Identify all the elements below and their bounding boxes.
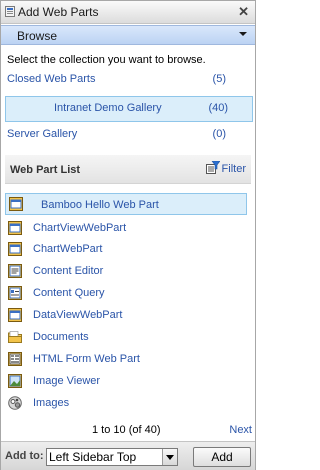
close-icon[interactable]: ✕ [238,4,249,20]
list-item[interactable]: Image Viewer [5,370,251,392]
collection-name[interactable]: Intranet Demo Gallery [54,102,162,114]
list-item[interactable]: Content Query [5,282,251,304]
zone-select[interactable]: Left Sidebar Top [46,448,178,466]
collection-count: (40) [208,102,228,114]
panel-titlebar: Add Web Parts ✕ [1,1,255,24]
chevron-down-icon[interactable] [239,32,247,36]
list-item-label[interactable]: ChartViewWebPart [33,222,126,234]
webpart-icon [8,242,22,256]
pager: 1 to 10 (of 40) Next [1,423,255,437]
collection-server-gallery[interactable]: Server Gallery (0) [5,123,251,147]
list-item[interactable]: ChartViewWebPart [5,217,251,239]
webpart-icon [9,197,23,211]
add-button[interactable]: Add [193,447,251,467]
add-to-footer: Add to: Left Sidebar Top Add [1,441,255,470]
list-item-label[interactable]: ChartWebPart [33,243,103,255]
add-web-parts-panel: Add Web Parts ✕ Browse Select the collec… [0,0,256,470]
images-library-icon [8,396,22,410]
list-item-label[interactable]: Bamboo Hello Web Part [41,199,159,211]
list-item-label[interactable]: Content Query [33,287,105,299]
instruction-text: Select the collection you want to browse… [7,54,206,66]
add-to-label: Add to: [5,450,44,462]
list-item[interactable]: HTML Form Web Part [5,348,251,370]
list-item[interactable]: ChartWebPart [5,238,251,260]
collection-count: (5) [212,73,226,85]
list-item[interactable]: DataViewWebPart [5,304,251,326]
list-item-label[interactable]: Content Editor [33,265,103,277]
list-item-label[interactable]: Images [33,397,69,409]
filter-icon [205,160,221,174]
filter-label[interactable]: Filter [222,163,246,175]
chevron-down-icon[interactable] [162,449,177,465]
web-part-list-title: Web Part List [10,164,81,176]
folder-icon [8,331,22,343]
list-item[interactable]: Content Editor [5,260,251,282]
filter-button[interactable]: Filter [205,160,246,175]
collection-closed-web-parts[interactable]: Closed Web Parts (5) [5,68,251,92]
list-item[interactable]: Bamboo Hello Web Part [5,193,247,215]
content-editor-icon [8,264,22,278]
list-item-label[interactable]: HTML Form Web Part [33,353,140,365]
content-query-icon [8,286,22,300]
list-item[interactable]: Documents [5,326,251,348]
browse-menu-label: Browse [17,29,58,43]
list-item-label[interactable]: DataViewWebPart [33,309,122,321]
browse-menu[interactable]: Browse [1,25,255,45]
panel-title: Add Web Parts [18,5,99,19]
list-item[interactable]: Images [5,392,251,414]
collection-name[interactable]: Server Gallery [7,128,77,140]
pager-status: 1 to 10 (of 40) [92,424,161,436]
list-item-label[interactable]: Image Viewer [33,375,100,387]
webpart-icon [8,308,22,322]
image-icon [8,374,22,388]
collection-count: (0) [212,128,226,140]
web-part-list-header: Web Part List Filter [5,155,251,184]
list-item-label[interactable]: Documents [33,331,89,343]
form-icon [8,352,22,366]
zone-select-value[interactable]: Left Sidebar Top [49,450,136,464]
collection-intranet-demo-gallery[interactable]: Intranet Demo Gallery (40) [5,96,253,122]
panel-icon [5,6,15,17]
webpart-icon [8,221,22,235]
next-page-link[interactable]: Next [229,424,252,436]
collection-name[interactable]: Closed Web Parts [7,73,95,85]
